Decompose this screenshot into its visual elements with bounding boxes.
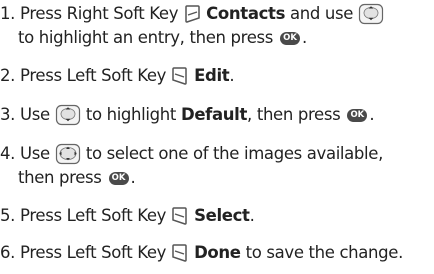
- left-soft-key-icon: [171, 66, 189, 86]
- step-2-period: .: [229, 66, 235, 85]
- left-soft-key-icon: [171, 243, 189, 263]
- step-1-text-3: to highlight an entry, then press: [18, 28, 273, 47]
- step-1-bold: Contacts: [206, 4, 286, 23]
- navigation-key-4way-icon: [55, 143, 81, 165]
- instruction-steps: 1. Press Right Soft Key Contacts and use…: [0, 0, 434, 274]
- step-4-number: 4.: [0, 144, 16, 163]
- step-3-bold: Default: [180, 105, 248, 124]
- step-4-line-1: 4. Use to select one of the images avail…: [0, 143, 383, 165]
- step-1-number: 1.: [0, 4, 16, 23]
- left-soft-key-icon: [171, 206, 189, 226]
- step-3-text-2: to highlight: [85, 105, 177, 124]
- step-4-line-2: then press OK .: [18, 168, 136, 188]
- step-5-text: Press Left Soft Key: [20, 206, 167, 225]
- ok-key-icon: OK: [108, 171, 129, 185]
- ok-key-icon: OK: [280, 31, 300, 45]
- step-2-number: 2.: [0, 66, 16, 85]
- step-5-line: 5. Press Left Soft Key Select .: [0, 206, 255, 226]
- step-1-line-2: to highlight an entry, then press OK .: [18, 28, 307, 48]
- navigation-key-updown-icon: [358, 3, 384, 25]
- step-3-line: 3. Use to highlight Default , then press…: [0, 104, 375, 126]
- right-soft-key-icon: [183, 4, 201, 24]
- step-1-line-1: 1. Press Right Soft Key Contacts and use: [0, 3, 384, 25]
- step-6-text: Press Left Soft Key: [20, 243, 167, 262]
- step-3-text: Use: [20, 105, 50, 124]
- step-3-text-3: , then press: [247, 105, 341, 124]
- step-1-text: Press Right Soft Key: [20, 4, 179, 23]
- step-1-text-2: and use: [290, 4, 354, 23]
- step-6-number: 6.: [0, 243, 16, 262]
- step-6-bold: Done: [194, 243, 241, 262]
- step-6-text-2: to save the change.: [245, 243, 404, 262]
- step-3-period: .: [369, 105, 375, 124]
- step-4-text-2: to select one of the images available,: [85, 144, 384, 163]
- step-3-number: 3.: [0, 105, 16, 124]
- step-1-period: .: [302, 28, 307, 47]
- step-4-text-3: then press: [18, 168, 102, 187]
- step-6-line: 6. Press Left Soft Key Done to save the …: [0, 243, 403, 263]
- step-5-number: 5.: [0, 206, 16, 225]
- step-2-line: 2. Press Left Soft Key Edit .: [0, 66, 235, 86]
- navigation-key-updown-icon: [55, 104, 81, 126]
- ok-key-icon: OK: [347, 108, 368, 122]
- step-2-text: Press Left Soft Key: [20, 66, 167, 85]
- step-5-bold: Select: [194, 206, 250, 225]
- step-4-period: .: [130, 168, 136, 187]
- step-4-text: Use: [20, 144, 50, 163]
- step-5-period: .: [249, 206, 255, 225]
- step-2-bold: Edit: [194, 66, 230, 85]
